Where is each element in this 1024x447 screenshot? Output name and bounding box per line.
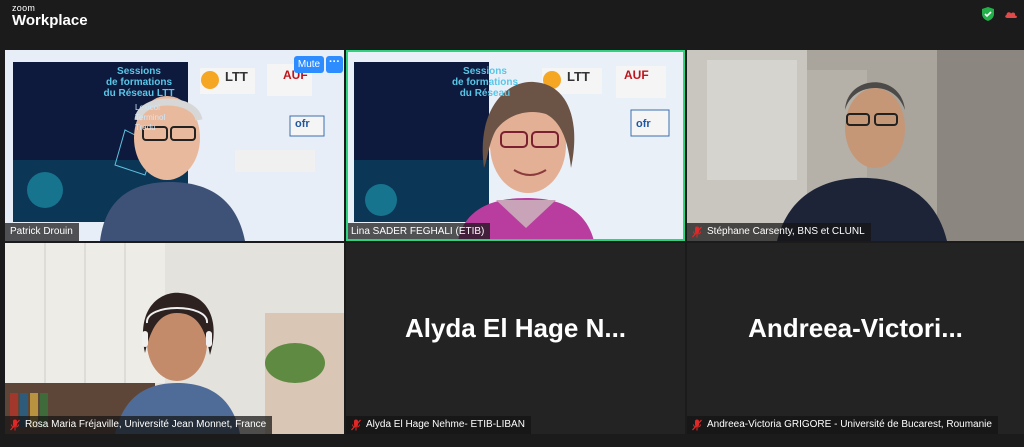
participant-name-label: Stéphane Carsenty, BNS et CLUNL [687, 223, 871, 241]
auf-logo-text-2: AUF [624, 68, 649, 82]
participant-name-label: Patrick Drouin [5, 223, 79, 241]
video-tile-stephane-carsenty[interactable]: Stéphane Carsenty, BNS et CLUNL [687, 50, 1024, 241]
mute-participant-button[interactable]: Mute [294, 56, 324, 73]
title-bar: zoom Workplace [0, 0, 1024, 32]
participant-name-label: Andreea-Victoria GRIGORE - Université de… [687, 416, 998, 434]
mic-muted-icon [692, 419, 702, 431]
mic-muted-icon [351, 419, 361, 431]
video-tile-rosa-maria-frejaville[interactable]: Rosa Maria Fréjaville, Université Jean M… [5, 243, 344, 434]
video-feed [5, 243, 344, 434]
ofr-logo-text-2: ofr [636, 118, 651, 130]
slide-text-tile1: Sessions de formations du Réseau LTT [103, 66, 175, 99]
security-shield-icon[interactable] [980, 6, 996, 22]
video-tile-alyda-el-hage-nehme[interactable]: Alyda El Hage N... Alyda El Hage Nehme- … [346, 243, 685, 434]
mic-muted-icon [692, 226, 702, 238]
brand-name: Workplace [12, 12, 88, 29]
ofr-logo-text: ofr [295, 118, 310, 130]
ltt-logo-text: LTT [225, 69, 248, 84]
participant-display-name: Alyda El Hage N... [404, 313, 627, 343]
participant-display-name: Andreea-Victori... [748, 313, 963, 343]
video-feed [687, 50, 1024, 241]
video-tile-andreea-victoria-grigore[interactable]: Andreea-Victori... Andreea-Victoria GRIG… [687, 243, 1024, 434]
more-options-button[interactable]: ··· [326, 56, 343, 73]
mic-muted-icon [10, 419, 20, 431]
participant-name-label: Rosa Maria Fréjaville, Université Jean M… [5, 416, 273, 434]
participant-name-label: Lina SADER FEGHALI (ETIB) [346, 223, 491, 241]
ltt-logo-text-2: LTT [567, 69, 590, 84]
slide-text-tile2: Sessions de formations du Réseau [451, 66, 519, 99]
cloud-recording-icon[interactable] [1004, 8, 1018, 20]
participant-name-label: Alyda El Hage Nehme- ETIB-LIBAN [346, 416, 531, 434]
slide-subtext-tile1: Lexicol Terminol Tradu [135, 103, 166, 132]
